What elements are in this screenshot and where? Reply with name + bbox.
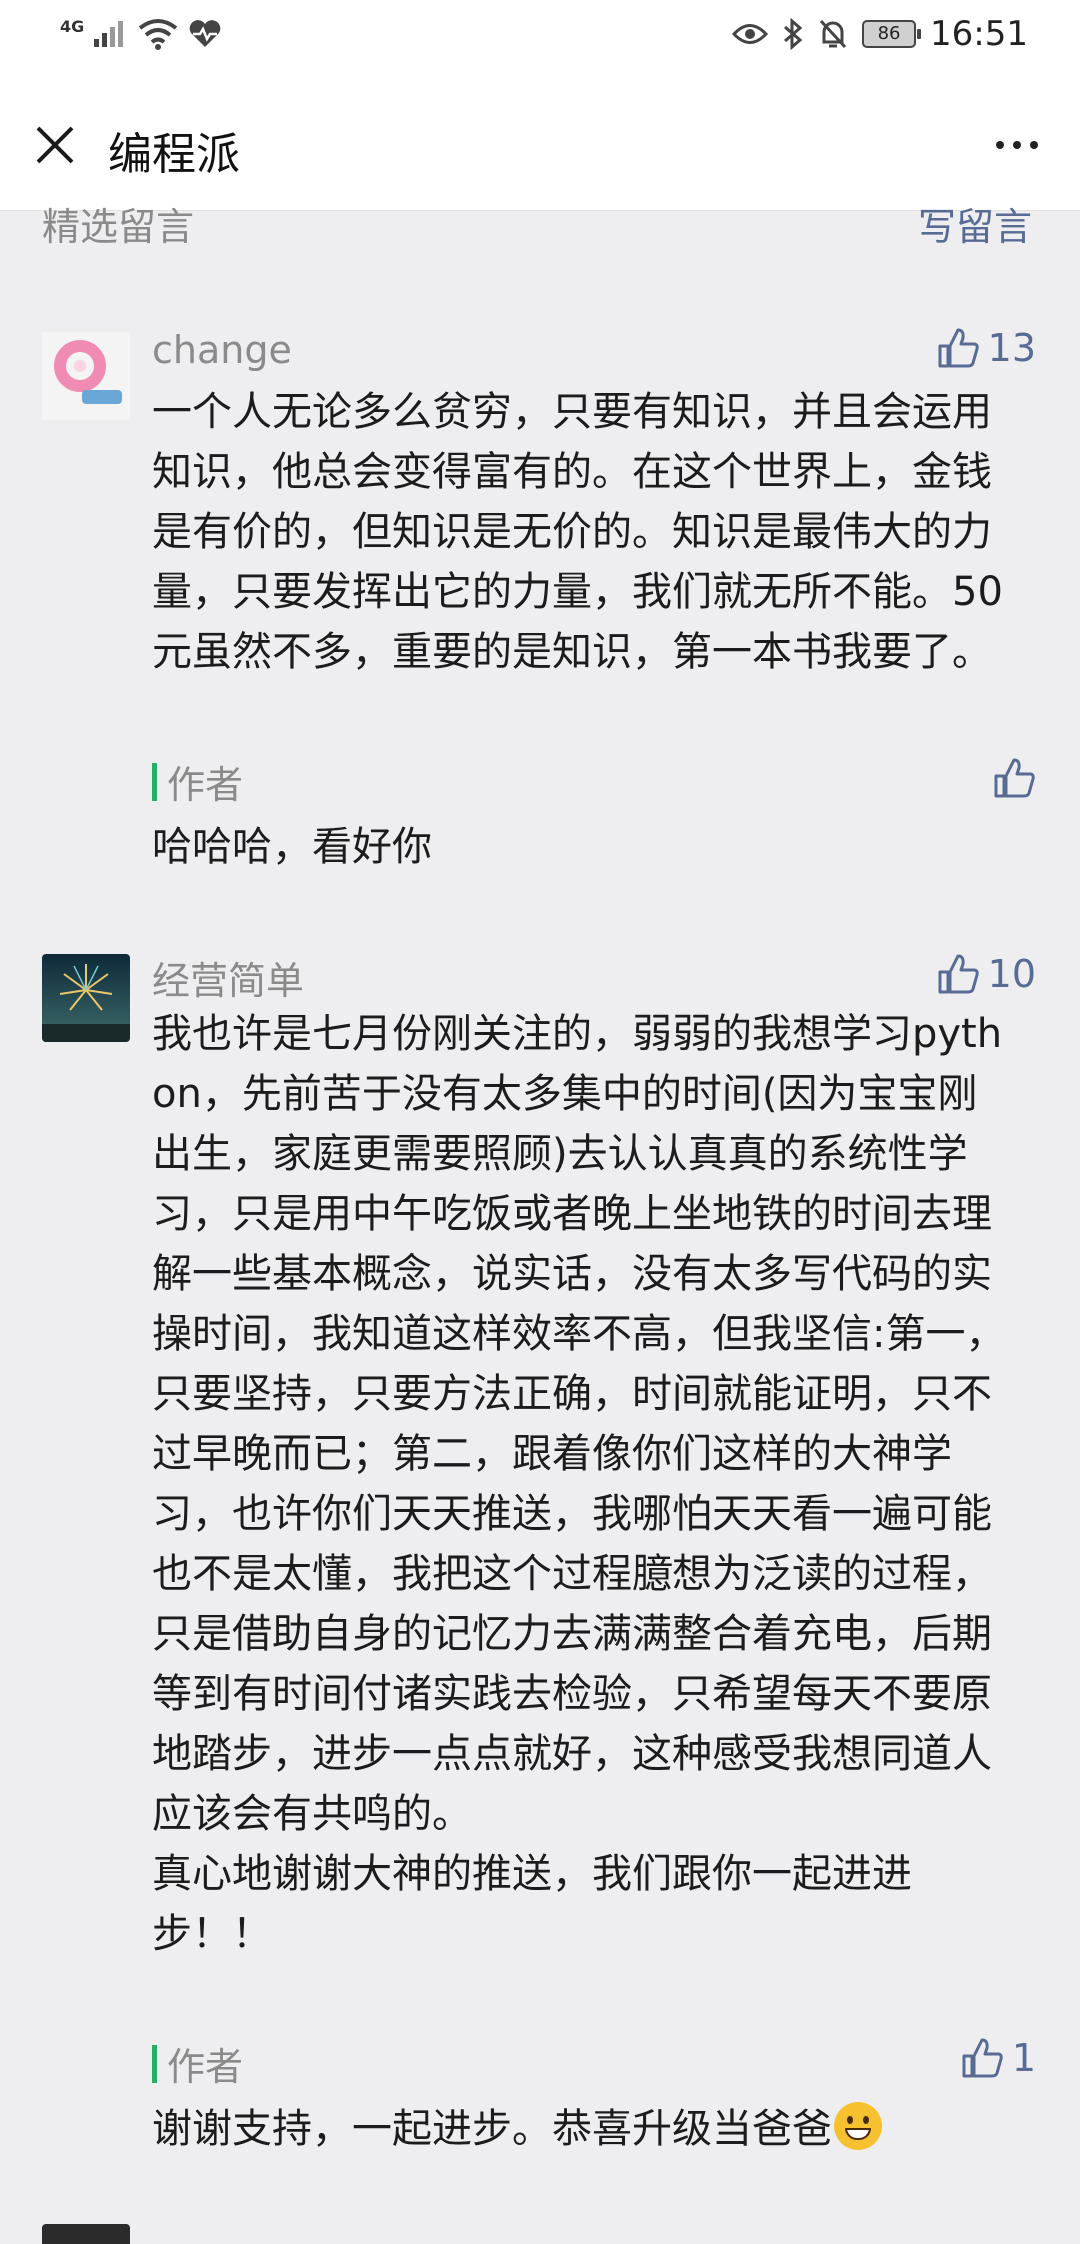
author-reply-content: 谢谢支持，一起进步。恭喜升级当爸爸	[152, 2106, 832, 2152]
avatar[interactable]	[42, 332, 130, 420]
network-label: 4G	[60, 16, 85, 36]
featured-comments-label: 精选留言	[42, 205, 195, 249]
author-label: 作者	[167, 763, 244, 807]
thumbs-up-icon	[938, 328, 979, 368]
status-time: 16:51	[930, 14, 1028, 54]
write-comment-link[interactable]: 写留言	[918, 196, 1032, 251]
next-comment-avatar	[42, 2224, 130, 2244]
section-header: 精选留言 写留言	[0, 196, 1080, 249]
like-count: 13	[987, 326, 1036, 370]
author-label: 作者	[167, 2045, 244, 2089]
status-right: 86 16:51	[732, 14, 1028, 54]
avatar-image	[42, 954, 130, 1042]
comment-username[interactable]: change	[152, 328, 292, 372]
author-tag: 作者	[152, 754, 243, 809]
avatar[interactable]	[42, 954, 130, 1042]
bluetooth-icon	[784, 18, 803, 50]
thumbs-up-icon	[938, 954, 979, 994]
grinning-emoji-icon	[834, 2102, 882, 2150]
author-tag: 作者	[152, 2036, 243, 2091]
signal-icon	[94, 21, 124, 47]
battery-indicator: 86	[862, 20, 922, 48]
close-icon	[36, 126, 74, 164]
reply-like-button[interactable]	[992, 756, 1036, 800]
avatar-image	[42, 332, 130, 420]
reply-like-button[interactable]: 1	[960, 2036, 1036, 2080]
more-dots-icon	[1030, 141, 1038, 149]
author-accent-bar	[152, 762, 157, 801]
heart-health-icon	[189, 20, 221, 47]
comment-username[interactable]: 经营简单	[152, 950, 304, 1005]
wifi-icon	[139, 19, 178, 50]
author-accent-bar	[152, 2044, 157, 2083]
status-left: 4G	[60, 16, 222, 50]
author-reply-text: 谢谢支持，一起进步。恭喜升级当爸爸	[152, 2096, 882, 2154]
comment-text: 我也许是七月份刚关注的，弱弱的我想学习python，先前苦于没有太多集中的时间(…	[152, 1011, 1006, 1957]
eye-icon	[732, 24, 769, 44]
thumbs-up-icon	[994, 758, 1035, 798]
comment-text: 一个人无论多么贫穷，只要有知识，并且会运用知识，他总会变得富有的。在这个世界上，…	[152, 389, 1003, 675]
close-button[interactable]	[30, 120, 80, 170]
thumbs-up-icon	[962, 2038, 1003, 2078]
like-count: 10	[987, 952, 1036, 996]
reply-like-count: 1	[1011, 2036, 1036, 2080]
status-bar: 4G 86 16:51	[0, 0, 1080, 80]
more-dots-icon	[1013, 141, 1021, 149]
title-bar: 编程派	[0, 80, 1080, 211]
more-options-button[interactable]	[982, 122, 1052, 168]
like-button[interactable]: 10	[936, 952, 1036, 996]
page-title: 编程派	[108, 129, 240, 180]
mute-bell-icon	[819, 19, 847, 49]
author-reply-text: 哈哈哈，看好你	[152, 824, 432, 870]
more-dots-icon	[996, 141, 1004, 149]
like-button[interactable]: 13	[936, 326, 1036, 370]
